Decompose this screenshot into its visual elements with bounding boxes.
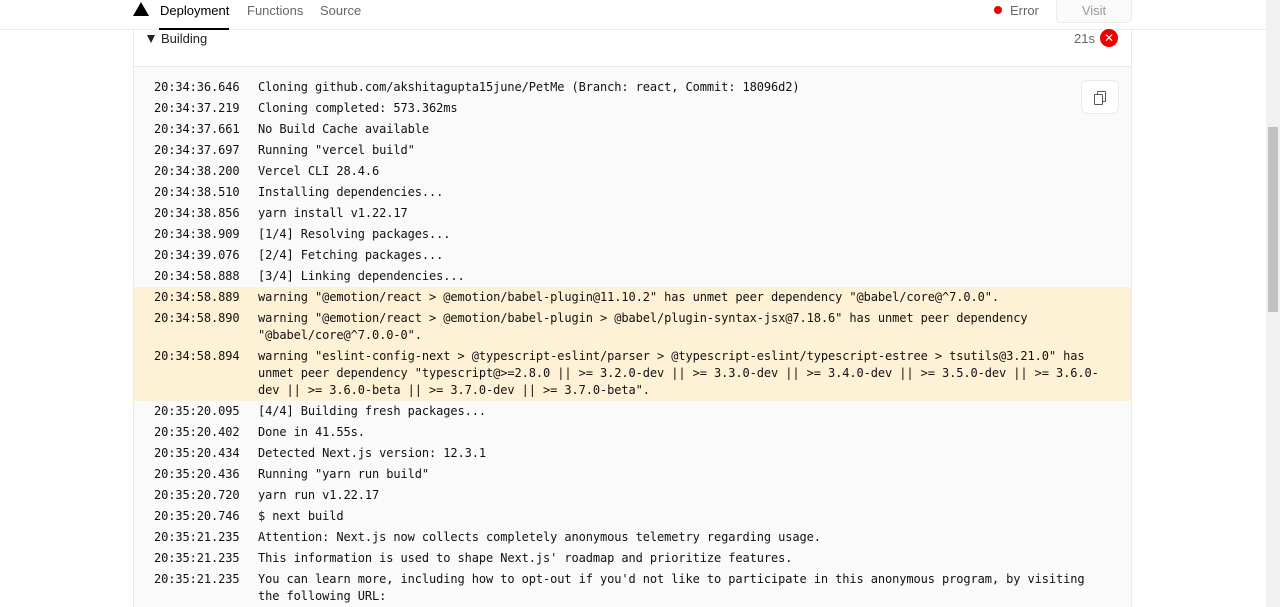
- log-timestamp: 20:34:39.076: [154, 248, 240, 262]
- log-line: 20:34:36.646 Cloning github.com/akshitagu…: [134, 77, 1131, 98]
- log-timestamp: 20:34:38.200: [154, 164, 240, 178]
- log-line: 20:34:38.856 yarn install v1.22.17: [134, 203, 1131, 224]
- vercel-logo-icon[interactable]: [133, 2, 149, 16]
- caret-down-icon[interactable]: [147, 35, 155, 43]
- log-message: warning "@emotion/react > @emotion/babel…: [258, 290, 999, 304]
- log-timestamp: 20:35:21.235: [154, 572, 240, 586]
- copy-icon-back: [1094, 94, 1103, 105]
- error-status-dot-icon: [994, 6, 1002, 14]
- log-timestamp: 20:34:58.890: [154, 311, 240, 325]
- build-log-panel: Building 21s ✕ 20:34:36.646 Cloning githu…: [133, 29, 1132, 607]
- log-message: Running "yarn run build": [258, 467, 429, 481]
- log-message: Running "vercel build": [258, 143, 415, 157]
- log-timestamp: 20:34:38.510: [154, 185, 240, 199]
- log-line: 20:35:20.434 Detected Next.js version: 12…: [134, 443, 1131, 464]
- log-message: yarn install v1.22.17: [258, 206, 408, 220]
- log-line: 20:35:21.235 You can learn more, includin…: [134, 569, 1131, 607]
- build-duration: 21s: [1074, 31, 1095, 46]
- log-line: 20:34:58.888 [3/4] Linking dependencies..…: [134, 266, 1131, 287]
- log-message: Done in 41.55s.: [258, 425, 365, 439]
- log-timestamp: 20:34:58.889: [154, 290, 240, 304]
- log-line: 20:34:38.200 Vercel CLI 28.4.6: [134, 161, 1131, 182]
- tab-functions[interactable]: Functions: [247, 3, 303, 18]
- log-lines: 20:34:36.646 Cloning github.com/akshitagu…: [134, 77, 1131, 607]
- log-line: 20:35:20.720 yarn run v1.22.17: [134, 485, 1131, 506]
- log-message: [3/4] Linking dependencies...: [258, 269, 465, 283]
- log-message: warning "eslint-config-next > @typescrip…: [258, 349, 1099, 397]
- scrollbar-thumb[interactable]: [1268, 127, 1278, 312]
- log-timestamp: 20:35:21.235: [154, 530, 240, 544]
- log-timestamp: 20:34:37.219: [154, 101, 240, 115]
- log-line-warning: 20:34:58.889 warning "@emotion/react > @e…: [134, 287, 1131, 308]
- log-message: warning "@emotion/react > @emotion/babel…: [258, 311, 1035, 342]
- log-timestamp: 20:34:36.646: [154, 80, 240, 94]
- log-message: [1/4] Resolving packages...: [258, 227, 451, 241]
- log-message: yarn run v1.22.17: [258, 488, 380, 502]
- log-line: 20:34:37.219 Cloning completed: 573.362ms: [134, 98, 1131, 119]
- log-line: 20:34:38.909 [1/4] Resolving packages...: [134, 224, 1131, 245]
- log-timestamp: 20:34:58.888: [154, 269, 240, 283]
- log-line: 20:34:39.076 [2/4] Fetching packages...: [134, 245, 1131, 266]
- log-message: You can learn more, including how to opt…: [258, 572, 1092, 603]
- log-message: No Build Cache available: [258, 122, 429, 136]
- log-message: [2/4] Fetching packages...: [258, 248, 444, 262]
- deployment-status: Error: [994, 3, 1039, 18]
- log-message: Attention: Next.js now collects complete…: [258, 530, 821, 544]
- tab-deployment[interactable]: Deployment: [160, 3, 229, 18]
- log-line-warning: 20:34:58.894 warning "eslint-config-next …: [134, 346, 1131, 401]
- status-label: Error: [1010, 3, 1039, 18]
- log-message: Detected Next.js version: 12.3.1: [258, 446, 486, 460]
- log-timestamp: 20:34:37.661: [154, 122, 240, 136]
- log-line: 20:34:38.510 Installing dependencies...: [134, 182, 1131, 203]
- log-message: Cloning github.com/akshitagupta15june/Pe…: [258, 80, 800, 94]
- log-message: Installing dependencies...: [258, 185, 444, 199]
- log-timestamp: 20:34:37.697: [154, 143, 240, 157]
- error-x-icon: ✕: [1100, 29, 1118, 47]
- log-message: This information is used to shape Next.j…: [258, 551, 793, 565]
- log-line: 20:35:20.402 Done in 41.55s.: [134, 422, 1131, 443]
- log-line: 20:34:37.661 No Build Cache available: [134, 119, 1131, 140]
- copy-logs-button[interactable]: [1081, 80, 1119, 114]
- log-line: 20:35:20.436 Running "yarn run build": [134, 464, 1131, 485]
- log-timestamp: 20:35:21.235: [154, 551, 240, 565]
- tab-source[interactable]: Source: [320, 3, 361, 18]
- building-section-header[interactable]: Building 21s ✕: [134, 29, 1131, 67]
- log-timestamp: 20:35:20.436: [154, 467, 240, 481]
- log-line: 20:35:21.235 Attention: Next.js now colle…: [134, 527, 1131, 548]
- log-line: 20:35:20.095 [4/4] Building fresh package…: [134, 401, 1131, 422]
- log-line-warning: 20:34:58.890 warning "@emotion/react > @e…: [134, 308, 1131, 346]
- log-timestamp: 20:35:20.720: [154, 488, 240, 502]
- log-message: [4/4] Building fresh packages...: [258, 404, 486, 418]
- log-timestamp: 20:34:58.894: [154, 349, 240, 363]
- visit-button[interactable]: Visit: [1056, 0, 1132, 23]
- log-line: 20:35:20.746 $ next build: [134, 506, 1131, 527]
- log-message: Vercel CLI 28.4.6: [258, 164, 380, 178]
- log-line: 20:35:21.235 This information is used to …: [134, 548, 1131, 569]
- log-output: 20:34:36.646 Cloning github.com/akshitagu…: [134, 67, 1131, 607]
- log-message: $ next build: [258, 509, 344, 523]
- log-timestamp: 20:35:20.402: [154, 425, 240, 439]
- log-timestamp: 20:35:20.434: [154, 446, 240, 460]
- log-timestamp: 20:34:38.856: [154, 206, 240, 220]
- log-timestamp: 20:35:20.746: [154, 509, 240, 523]
- section-title: Building: [161, 31, 208, 46]
- top-nav: Deployment Functions Source Error Visit: [0, 0, 1266, 30]
- log-line: 20:34:37.697 Running "vercel build": [134, 140, 1131, 161]
- log-message: Cloning completed: 573.362ms: [258, 101, 458, 115]
- log-timestamp: 20:35:20.095: [154, 404, 240, 418]
- log-timestamp: 20:34:38.909: [154, 227, 240, 241]
